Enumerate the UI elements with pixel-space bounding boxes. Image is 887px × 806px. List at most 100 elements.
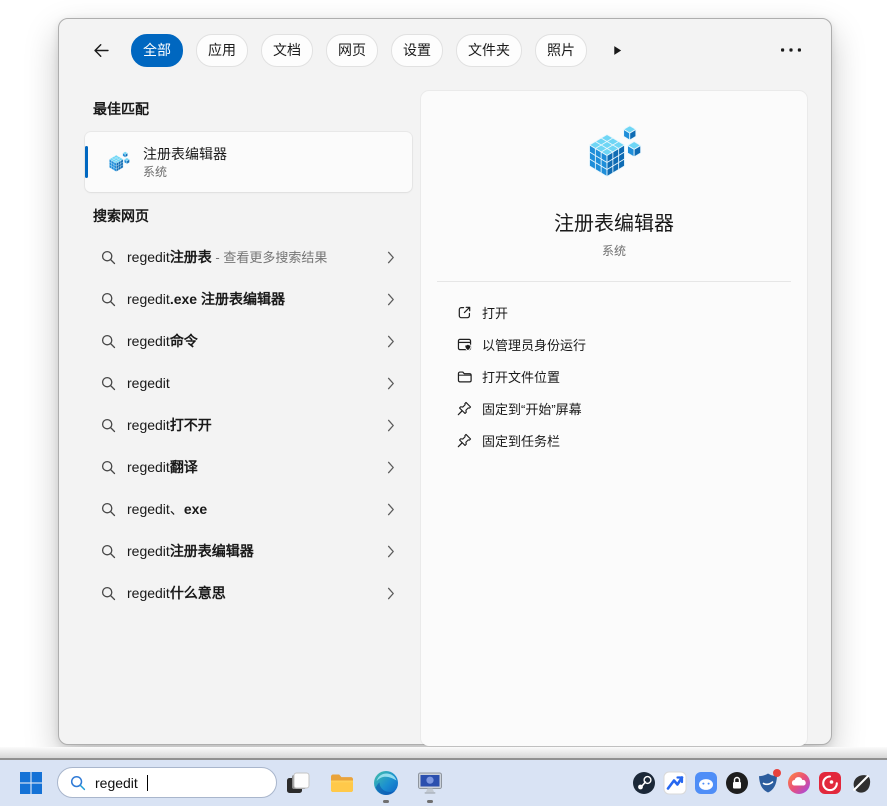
app-hero: 注册表编辑器 系统 [421, 91, 807, 259]
back-button[interactable] [89, 38, 113, 62]
search-suggestion-4[interactable]: regedit [59, 362, 421, 404]
suggestion-typed: regedit [127, 417, 170, 433]
blue-app-button[interactable] [694, 771, 718, 795]
suggestion-text: regedit命令 [127, 331, 198, 351]
search-suggestion-9[interactable]: regedit什么意思 [59, 572, 421, 614]
chevron-right-icon [387, 503, 395, 516]
tab-photos[interactable]: 照片 [535, 34, 587, 67]
suggestion-completion: 什么意思 [170, 585, 226, 601]
preview-panel: 注册表编辑器 系统 打开 以管理员身份运行 打开文件位置 固定到“开始”屏幕 [421, 91, 807, 746]
pin-icon [456, 400, 473, 417]
gradient-cloud-app-icon [787, 771, 811, 795]
file-explorer-icon [328, 769, 356, 797]
tab-apps[interactable]: 应用 [196, 34, 248, 67]
action-pin-to-taskbar[interactable]: 固定到任务栏 [437, 424, 791, 456]
suggestion-completion: 注册表 [170, 249, 212, 265]
search-suggestion-3[interactable]: regedit命令 [59, 320, 421, 362]
tab-all[interactable]: 全部 [131, 34, 183, 67]
file-explorer-button[interactable] [328, 769, 356, 797]
tab-settings[interactable]: 设置 [391, 34, 443, 67]
slashed-app-button[interactable] [849, 771, 873, 795]
tab-documents[interactable]: 文档 [261, 34, 313, 67]
badge-app-button[interactable] [756, 771, 780, 795]
app-title: 注册表编辑器 [421, 211, 807, 237]
best-match-subtitle: 系统 [143, 165, 227, 180]
best-match-header: 最佳匹配 [93, 99, 421, 119]
registry-cubes-icon [586, 124, 642, 180]
taskbar-pinned-apps [284, 769, 444, 797]
taskbar-search-icon [70, 775, 86, 791]
chevron-right-icon [387, 419, 395, 432]
action-label: 打开文件位置 [482, 367, 560, 386]
suggestion-text: regedit什么意思 [127, 583, 226, 603]
search-suggestion-8[interactable]: regedit注册表编辑器 [59, 530, 421, 572]
more-tabs-button[interactable] [608, 41, 626, 59]
blue-app-icon [694, 771, 718, 795]
search-icon [101, 460, 116, 475]
taskbar-search-input[interactable]: regedit [57, 767, 277, 798]
best-match-item[interactable]: 注册表编辑器 系统 [85, 132, 412, 192]
tab-folders[interactable]: 文件夹 [456, 34, 522, 67]
system-monitor-app-icon [416, 769, 444, 797]
suggestion-typed: regedit [127, 585, 170, 601]
search-suggestion-5[interactable]: regedit打不开 [59, 404, 421, 446]
search-icon [101, 586, 116, 601]
suggestion-text: regedit打不开 [127, 415, 212, 435]
chevron-right-icon [387, 251, 395, 264]
search-suggestion-7[interactable]: regedit、exe [59, 488, 421, 530]
run-as-admin-icon [456, 336, 473, 353]
action-run-as-admin[interactable]: 以管理员身份运行 [437, 328, 791, 360]
open-external-icon [456, 304, 473, 321]
notification-badge [773, 769, 781, 777]
action-open[interactable]: 打开 [437, 296, 791, 328]
netease-music-button[interactable] [818, 771, 842, 795]
selection-accent-bar [85, 146, 88, 178]
lock-app-button[interactable] [725, 771, 749, 795]
search-icon [101, 292, 116, 307]
edge-browser-button[interactable] [372, 769, 400, 797]
action-label: 以管理员身份运行 [482, 335, 586, 354]
chevron-right-icon [387, 545, 395, 558]
steam-button[interactable] [632, 771, 656, 795]
system-monitor-app-button[interactable] [416, 769, 444, 797]
suggestion-completion: 命令 [170, 333, 198, 349]
action-open-file-location[interactable]: 打开文件位置 [437, 360, 791, 392]
back-arrow-icon [92, 41, 111, 60]
suggestion-typed: regedit [127, 459, 170, 475]
taskbar-tray-apps [632, 771, 873, 795]
suggestion-completion: .exe 注册表编辑器 [170, 291, 285, 307]
suggestion-typed: regedit、 [127, 501, 184, 517]
search-suggestion-6[interactable]: regedit翻译 [59, 446, 421, 488]
action-label: 固定到任务栏 [482, 431, 560, 450]
chevron-right-icon [387, 461, 395, 474]
steam-icon [632, 771, 656, 795]
chevron-right-icon [387, 293, 395, 306]
folder-icon [456, 368, 473, 385]
action-pin-to-start[interactable]: 固定到“开始”屏幕 [437, 392, 791, 424]
search-suggestion-2[interactable]: regedit.exe 注册表编辑器 [59, 278, 421, 320]
suggestion-text: regedit注册表 - 查看更多搜索结果 [127, 247, 327, 267]
chevron-right-icon [387, 587, 395, 600]
divider [437, 281, 791, 282]
edge-browser-icon [372, 769, 400, 797]
task-view-button[interactable] [284, 769, 312, 797]
suggestion-text: regedit、exe [127, 499, 207, 519]
netease-music-icon [818, 771, 842, 795]
suggestion-completion: 翻译 [170, 459, 198, 475]
search-icon [101, 502, 116, 517]
chevron-right-icon [387, 377, 395, 390]
arrows-app-button[interactable] [663, 771, 687, 795]
slashed-app-icon [849, 771, 873, 795]
taskbar-search-value: regedit [95, 775, 138, 791]
running-indicator [427, 800, 433, 803]
suggestion-typed: regedit [127, 249, 170, 265]
suggestion-typed: regedit [127, 543, 170, 559]
more-options-button[interactable] [777, 40, 805, 60]
results-column: 最佳匹配 注册表编辑器 系统 搜索网页 regedit注册表 - 查看更多搜索结… [59, 81, 421, 744]
gradient-cloud-app-button[interactable] [787, 771, 811, 795]
windows-start-button[interactable] [19, 771, 43, 795]
search-suggestion-1[interactable]: regedit注册表 - 查看更多搜索结果 [59, 236, 421, 278]
search-icon [101, 544, 116, 559]
suggestion-completion: 打不开 [170, 417, 212, 433]
tab-web[interactable]: 网页 [326, 34, 378, 67]
